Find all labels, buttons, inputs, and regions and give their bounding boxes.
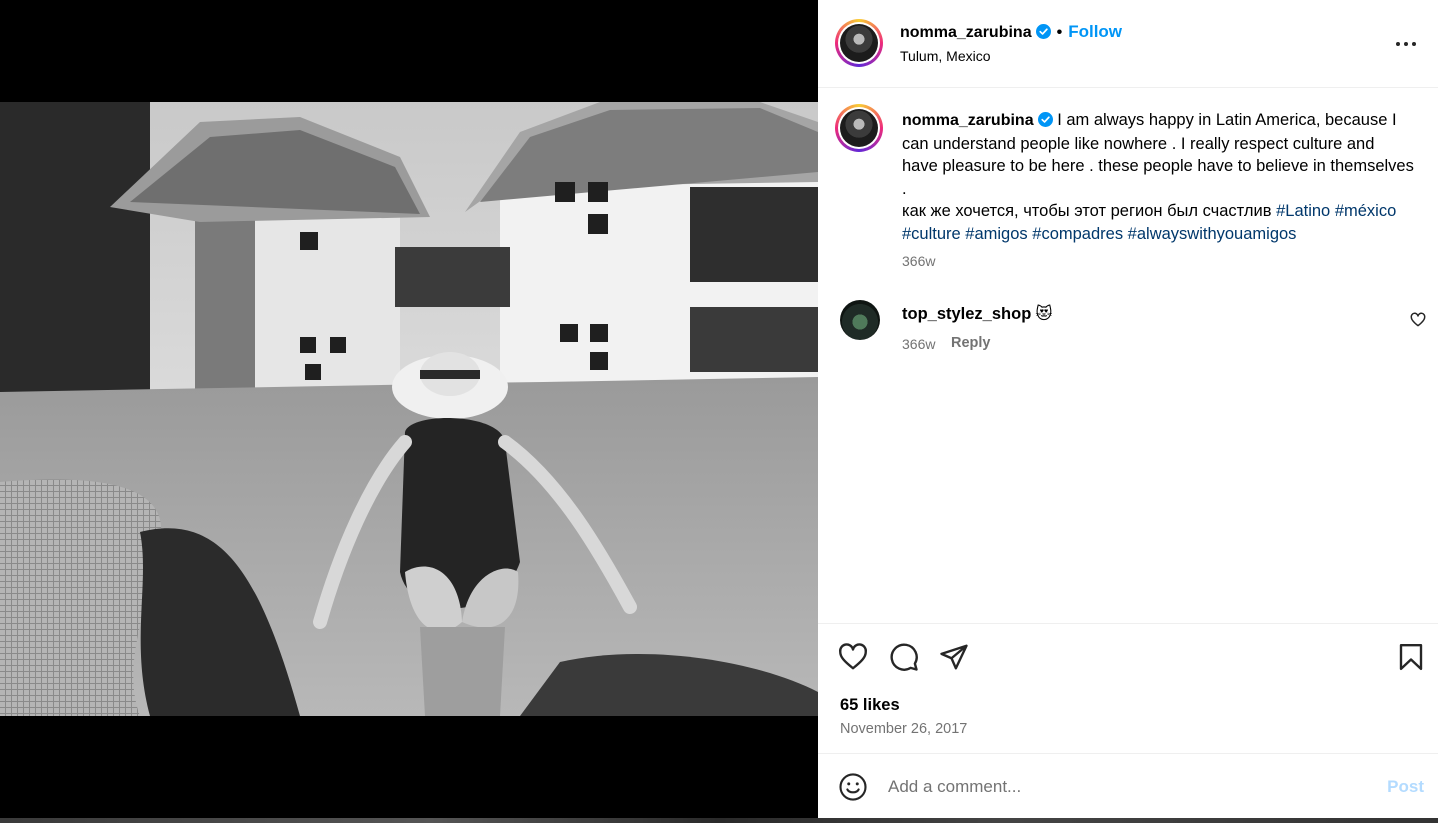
caption-timestamp[interactable]: 366w (902, 253, 935, 269)
comment-item: top_stylez_shop 😻 366w Reply (818, 300, 1438, 360)
post-comment-button[interactable]: Post (1387, 777, 1424, 797)
verified-icon (1037, 112, 1053, 127)
commenter-username[interactable]: top_stylez_shop (902, 305, 1031, 323)
bookmark-icon[interactable] (1396, 642, 1426, 672)
heart-icon[interactable] (838, 642, 868, 672)
follow-button[interactable]: Follow (1068, 22, 1122, 41)
post-side-panel: nomma_zarubina • Follow Tulum, Mexico nomm… (818, 0, 1438, 818)
more-options-icon[interactable] (1394, 32, 1418, 56)
caption-avatar[interactable] (835, 104, 883, 152)
hashtag-link[interactable]: #culture (902, 225, 961, 243)
hashtag-link[interactable]: #méxico (1335, 202, 1396, 220)
post-header: nomma_zarubina • Follow Tulum, Mexico (818, 0, 1438, 88)
comment-input[interactable] (888, 772, 1368, 802)
post-actions: 65 likes November 26, 2017 (818, 623, 1438, 753)
caption-username[interactable]: nomma_zarubina (902, 112, 1034, 129)
verified-icon (1035, 24, 1051, 39)
hashtag-link[interactable]: #alwayswithyouamigos (1128, 225, 1297, 243)
author-username[interactable]: nomma_zarubina (900, 24, 1032, 41)
share-icon[interactable] (939, 642, 969, 672)
likes-count[interactable]: 65 likes (840, 696, 900, 715)
comment-icon[interactable] (889, 642, 919, 672)
caption-text: nomma_zarubina I am always happy in Lati… (902, 109, 1414, 245)
comment-like-icon[interactable] (1410, 312, 1426, 328)
hashtag-link[interactable]: #compadres (1032, 225, 1123, 243)
caption-russian: как же хочется, чтобы этот регион был сч… (902, 202, 1272, 220)
author-avatar[interactable] (835, 19, 883, 67)
post-photo[interactable] (0, 102, 818, 716)
separator-dot: • (1056, 24, 1063, 41)
comment-timestamp[interactable]: 366w (902, 336, 935, 352)
reply-button[interactable]: Reply (951, 335, 991, 351)
post-date: November 26, 2017 (840, 721, 968, 737)
post-location[interactable]: Tulum, Mexico (900, 48, 991, 64)
hashtag-link[interactable]: #Latino (1276, 202, 1330, 220)
background-strip (0, 818, 1438, 823)
comment-text: 😻 (1035, 305, 1053, 323)
commenter-row: top_stylez_shop 😻 (902, 304, 1052, 324)
author-row: nomma_zarubina • Follow (900, 22, 1122, 42)
commenter-avatar[interactable] (840, 300, 880, 340)
post-media (0, 0, 818, 823)
hashtag-link[interactable]: #amigos (965, 225, 1027, 243)
emoji-icon[interactable] (838, 772, 868, 802)
comment-composer: Post (818, 753, 1438, 818)
